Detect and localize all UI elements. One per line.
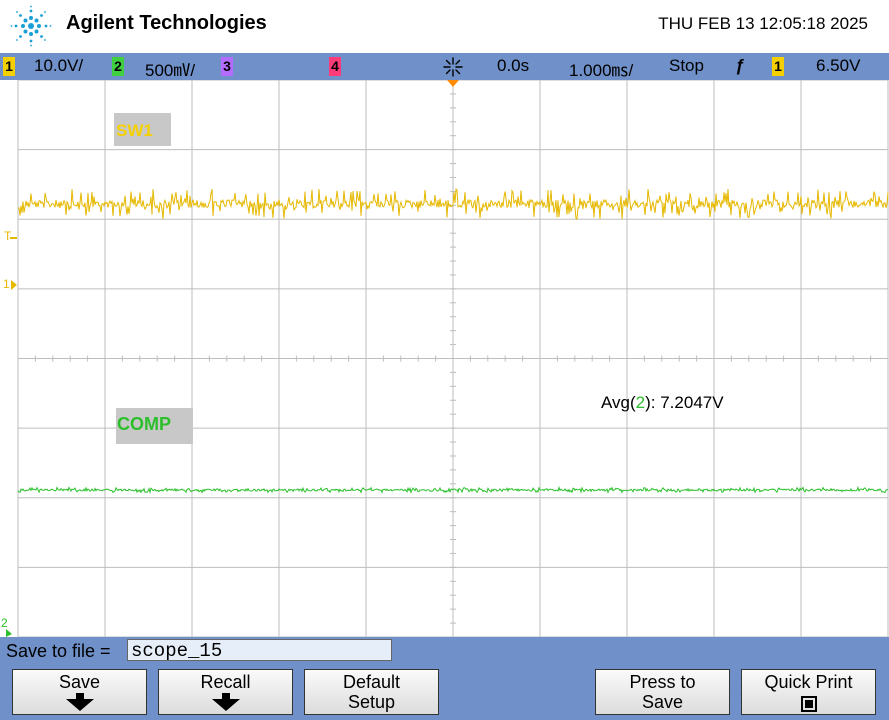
channel-1-scale: 10.0V/ (34, 56, 84, 75)
save-softkey-label: Save (58, 672, 101, 692)
trigger-level: 6.50V (816, 56, 861, 75)
trigger-source-badge: 1 (772, 57, 784, 76)
default-setup-line2: Setup (347, 692, 396, 712)
recall-softkey[interactable]: Recall (158, 669, 293, 715)
channel-2-ground-arrow-icon (6, 629, 12, 637)
comp-label: COMP (117, 414, 171, 434)
press-to-save-softkey[interactable]: Press to Save (595, 669, 730, 715)
avg-measurement-value: ): 7.2047V (645, 393, 724, 412)
delay-value: 0.0s (497, 56, 530, 75)
status-bar: 1 10.0V/ 2 500㎷/ 3 4 0.0s 1.000㎳/ Stop ƒ… (0, 53, 889, 80)
save-softkey[interactable]: Save (12, 669, 147, 715)
avg-measurement-channel: 2 (635, 393, 646, 412)
graticule-grid (17, 80, 889, 637)
trigger-slope-icon: ƒ (735, 56, 745, 75)
save-down-arrow-icon (65, 699, 94, 711)
waveform-graticule: SW1 COMP T 1 2 (1, 80, 889, 637)
trigger-level-marker: T (4, 229, 12, 243)
channel-1-ground-arrow-icon (11, 280, 17, 290)
timebase-value: 1.000㎳/ (569, 61, 634, 80)
channel-1-badge[interactable]: 1 (3, 57, 15, 76)
press-to-save-line1: Press to (629, 672, 696, 692)
save-filename-field[interactable]: scope_15 (127, 639, 392, 662)
recall-down-arrow-icon (211, 699, 240, 711)
header-bar: Agilent Technologies THU FEB 13 12:05:18… (0, 0, 889, 53)
delay-sparkle-icon (443, 57, 463, 77)
recall-softkey-label: Recall (200, 672, 251, 692)
default-setup-softkey[interactable]: Default Setup (304, 669, 439, 715)
save-to-file-label: Save to file = (6, 641, 111, 661)
brand-name: Agilent Technologies (66, 12, 267, 34)
run-state: Stop (669, 56, 704, 75)
quick-print-softkey[interactable]: Quick Print (741, 669, 876, 715)
channel-4-badge[interactable]: 4 (329, 57, 341, 76)
quick-print-icon (800, 696, 817, 713)
default-setup-line1: Default (342, 672, 401, 692)
trigger-position-marker-icon (447, 80, 459, 87)
avg-measurement-prefix: Avg( (601, 393, 636, 412)
quick-print-label: Quick Print (764, 672, 853, 692)
channel-2-scale: 500㎷/ (145, 61, 196, 80)
agilent-spark-logo-icon (10, 5, 52, 47)
channel-1-ground-marker: 1 (3, 277, 10, 291)
channel-2-ground-marker: 2 (1, 616, 8, 630)
channel-3-badge[interactable]: 3 (221, 57, 233, 76)
channel-2-badge[interactable]: 2 (112, 57, 124, 76)
waveform-display: SW1 COMP T 1 2 Avg(2): 7.2047V (0, 80, 889, 637)
press-to-save-line2: Save (641, 692, 684, 712)
avg-measurement: Avg(2): 7.2047V (601, 393, 724, 413)
date-time: THU FEB 13 12:05:18 2025 (658, 14, 868, 33)
softkey-panel: Save to file = scope_15 Save Recall Defa… (0, 637, 889, 720)
sw1-label: SW1 (116, 121, 153, 140)
